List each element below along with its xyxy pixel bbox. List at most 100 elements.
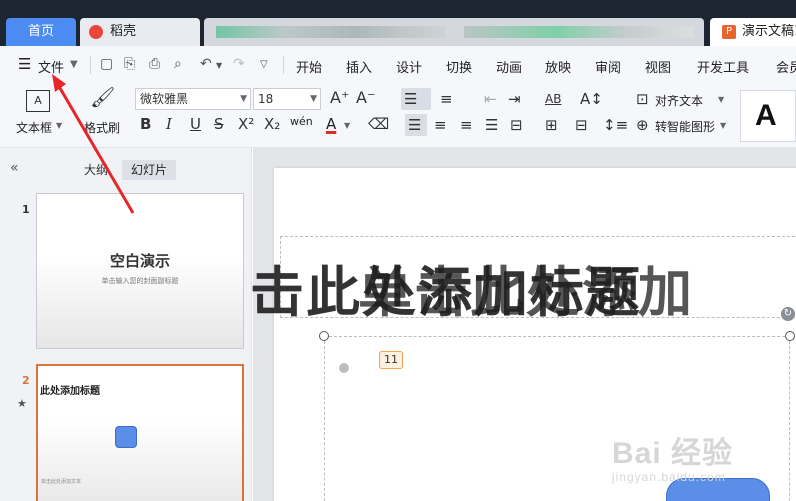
smart-shape-button[interactable]: 转智能图形 (655, 118, 715, 135)
menu-review[interactable]: 审阅 (595, 57, 621, 76)
resize-handle[interactable] (319, 331, 329, 341)
format-painter-button[interactable]: 格式刷 (84, 119, 120, 136)
brush-icon[interactable]: 🖌 (90, 87, 115, 107)
chevron-down-icon[interactable]: ▼ (720, 121, 726, 130)
watermark-line2: jingyan.baidu.com (612, 470, 726, 484)
menu-bar: ☰ 文件 ▼ ▢ ⎘ ⎙ ⌕ ↶ ▼ ↷ ▽ 开始 插入 设计 切换 动画 放映… (0, 46, 796, 84)
numbered-list-icon[interactable]: ≡ (440, 90, 453, 108)
watermark-line1: Bai 经验 (612, 437, 734, 470)
export-icon[interactable]: ⎘ (124, 56, 135, 72)
blurred-tab-content (464, 26, 694, 38)
chevron-down-icon[interactable]: ▼ (344, 121, 350, 130)
strikethrough-icon[interactable]: S (214, 115, 224, 133)
clear-format-icon[interactable]: ⌫ (368, 115, 389, 133)
app-window: 首页 稻壳 P 演示文稿1 ☰ 文件 ▼ ▢ ⎘ ⎙ ⌕ ↶ ▼ ↷ ▽ 开始 … (0, 0, 796, 501)
chevron-down-icon: ▼ (240, 94, 247, 104)
distribute-icon[interactable]: ⊟ (510, 116, 523, 134)
align-text-icon[interactable]: ⊡ (636, 90, 649, 108)
text-sort-icon[interactable]: A↕ (580, 90, 603, 108)
resize-handle[interactable] (785, 331, 795, 341)
superscript-icon[interactable]: X² (238, 115, 254, 133)
font-family-value: 微软雅黑 (140, 92, 189, 106)
align-center-icon[interactable]: ≡ (434, 116, 447, 134)
align-right-icon[interactable]: ≡ (460, 116, 473, 134)
divider (90, 56, 91, 74)
menu-design[interactable]: 设计 (396, 57, 422, 76)
chevron-down-icon[interactable]: ▼ (718, 95, 724, 104)
text-style-preview[interactable]: A (740, 90, 796, 142)
menu-member[interactable]: 会员 (776, 57, 796, 76)
slide-number: 1 (22, 203, 30, 216)
italic-icon[interactable]: I (166, 115, 172, 133)
menu-slideshow[interactable]: 放映 (545, 57, 571, 76)
decrease-font-icon[interactable]: A⁻ (356, 89, 375, 107)
tab-slides[interactable]: 幻灯片 (122, 160, 176, 180)
chevron-down-icon[interactable]: ▼ (216, 61, 222, 70)
align-left-icon[interactable]: ☰ (408, 116, 421, 134)
tab-presentation-label: 演示文稿1 (742, 24, 796, 39)
line-spacing-icon[interactable]: ↕≡ (603, 116, 628, 134)
print-preview-icon[interactable]: ⌕ (174, 56, 182, 72)
bullet-dot (339, 363, 349, 373)
chevron-down-icon[interactable]: ▼ (70, 59, 78, 70)
tab-outline[interactable]: 大纲 (84, 161, 108, 178)
more-icon[interactable]: ▽ (260, 59, 268, 70)
phonetic-guide-icon[interactable]: wén (290, 115, 313, 128)
tab-home[interactable]: 首页 (6, 18, 76, 46)
slide-thumbnail-footer: 单击此处添加文本 (41, 479, 82, 485)
align-text-button[interactable]: 对齐文本 (655, 92, 703, 109)
tab-bar: 首页 稻壳 P 演示文稿1 (0, 0, 796, 46)
textbox-icon[interactable]: A (26, 90, 50, 112)
textbox-button[interactable]: 文本框 (16, 119, 52, 136)
undo-icon[interactable]: ↶ (200, 56, 212, 72)
docer-icon (89, 25, 103, 39)
text-direction-icon[interactable]: AB (545, 90, 561, 108)
collapse-panel-icon[interactable]: « (10, 160, 19, 176)
slide-thumbnail-title: 空白演示 (109, 252, 170, 270)
spacing-icon[interactable]: ⊟ (575, 116, 588, 134)
justify-icon[interactable]: ☰ (485, 116, 498, 134)
menu-developer[interactable]: 开发工具 (697, 57, 749, 76)
menu-file[interactable]: 文件 (38, 57, 64, 76)
tab-presentation[interactable]: P 演示文稿1 (710, 18, 796, 46)
font-family-select[interactable]: 微软雅黑 ▼ (135, 88, 251, 110)
menu-start[interactable]: 开始 (296, 57, 322, 76)
hamburger-icon[interactable]: ☰ (18, 55, 31, 73)
presentation-icon: P (722, 25, 736, 39)
menu-animation[interactable]: 动画 (496, 57, 522, 76)
bold-icon[interactable]: B (140, 115, 151, 133)
font-size-value: 18 (258, 92, 274, 106)
underline-icon[interactable]: U (190, 115, 201, 133)
font-color-icon[interactable]: A (326, 115, 336, 133)
rounded-rectangle-shape (115, 426, 137, 448)
slide-thumbnail-2[interactable]: 此处添加标题 单击此处添加文本 (36, 364, 244, 501)
slide-thumbnail-subtitle: 单击输入您的封面副标题 (101, 277, 179, 285)
print-icon[interactable]: ⎙ (149, 56, 160, 72)
menu-insert[interactable]: 插入 (346, 57, 372, 76)
slide-panel: « 大纲 幻灯片 1 空白演示 单击输入您的封面副标题 2 ★ 此处添加标题 单… (0, 148, 252, 501)
rotate-handle-icon[interactable]: ↻ (781, 307, 795, 321)
increase-font-icon[interactable]: A⁺ (330, 89, 349, 107)
chevron-down-icon[interactable]: ▼ (56, 121, 62, 130)
smart-shape-icon[interactable]: ⊕ (636, 116, 649, 134)
save-icon[interactable]: ▢ (100, 56, 113, 72)
columns-icon[interactable]: ⊞ (545, 116, 558, 134)
slide-number: 2 (22, 374, 30, 387)
slide-thumbnail-1[interactable]: 空白演示 单击输入您的封面副标题 (36, 193, 244, 349)
title-text-ghost: 单击此处添加 (358, 261, 694, 324)
font-size-select[interactable]: 18 ▼ (253, 88, 321, 110)
blurred-tab-content (216, 26, 446, 38)
increase-indent-icon[interactable]: ⇥ (508, 90, 521, 108)
bullet-list-icon[interactable]: ☰ (404, 90, 417, 108)
tab-docer[interactable]: 稻壳 (80, 18, 200, 46)
chevron-down-icon: ▼ (310, 94, 317, 104)
menu-transition[interactable]: 切换 (446, 57, 472, 76)
decrease-indent-icon[interactable]: ⇤ (484, 90, 497, 108)
ribbon-toolbar: A 文本框 ▼ 🖌 格式刷 微软雅黑 ▼ 18 ▼ A⁺ A⁻ B I U S … (0, 84, 796, 148)
comment-badge[interactable]: 11 (379, 351, 403, 369)
redo-icon[interactable]: ↷ (233, 56, 245, 72)
tab-blurred[interactable] (204, 18, 704, 46)
animation-star-icon: ★ (17, 397, 27, 410)
subscript-icon[interactable]: X₂ (264, 115, 280, 133)
menu-view[interactable]: 视图 (645, 57, 671, 76)
